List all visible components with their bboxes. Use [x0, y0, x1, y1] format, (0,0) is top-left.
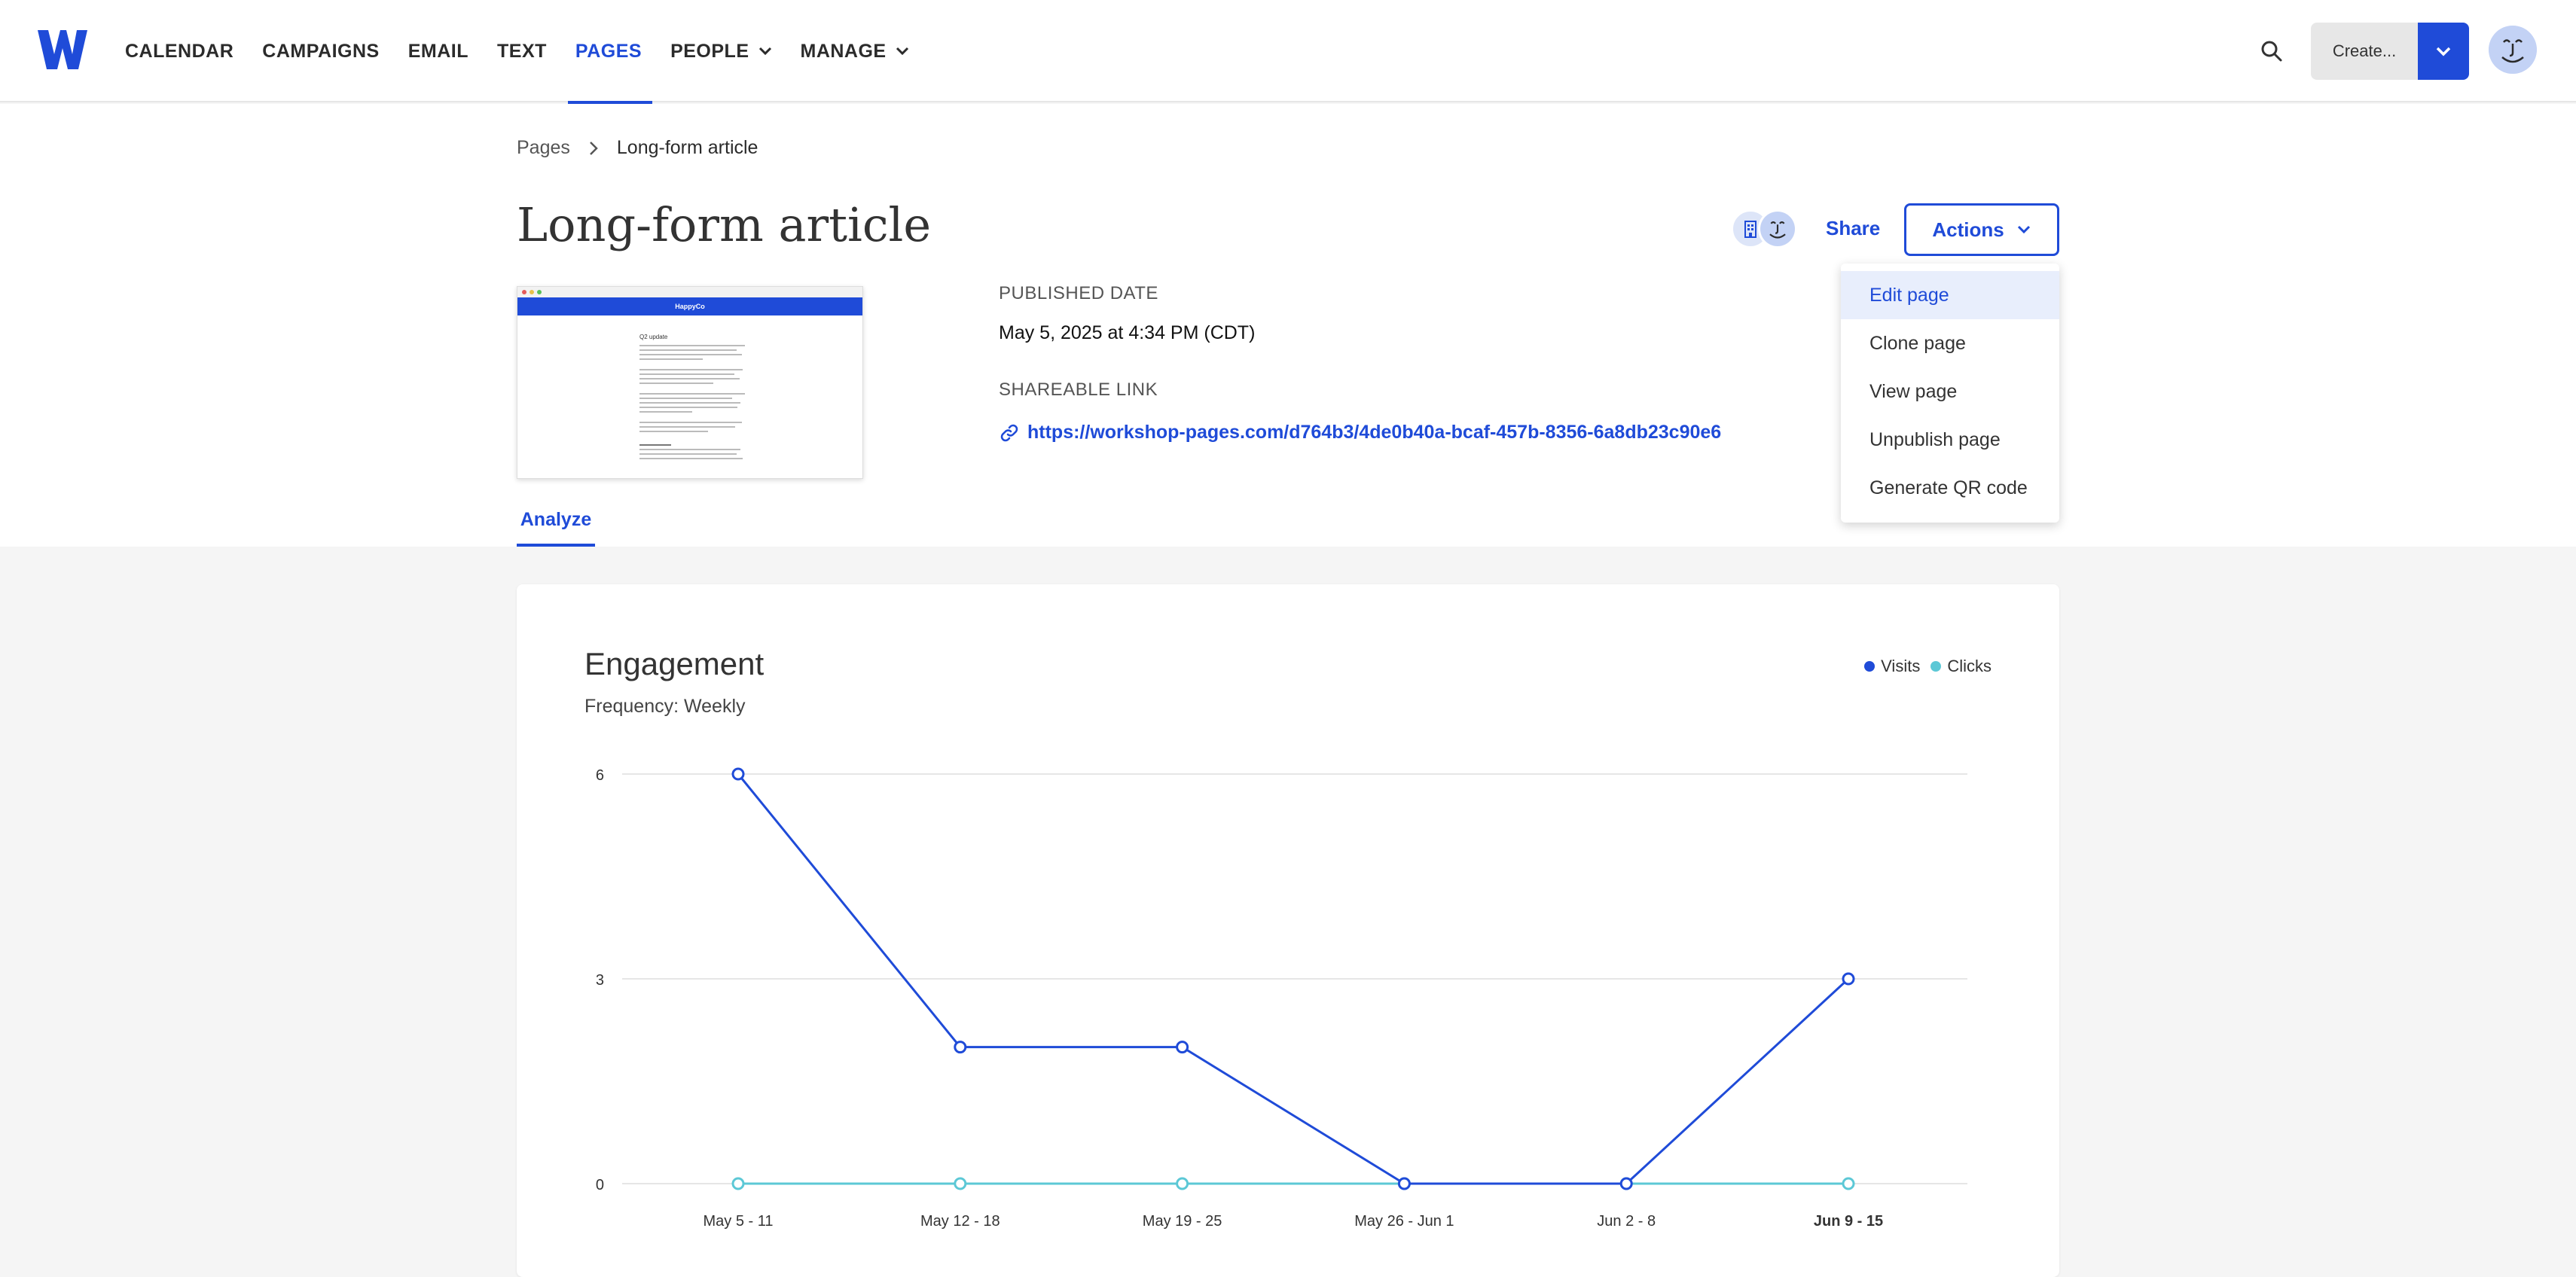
smiley-avatar-icon: [1760, 212, 1795, 246]
create-button[interactable]: Create...: [2311, 23, 2418, 80]
engagement-card: Engagement Frequency: Weekly Visits Click…: [517, 584, 2059, 1277]
published-date-label: PUBLISHED DATE: [999, 283, 1158, 303]
thumbnail-window-bar: [517, 287, 862, 297]
window-dot-icon: [537, 290, 542, 294]
page-thumbnail[interactable]: HappyCo Q2 update: [517, 286, 863, 479]
nav-item-campaigns[interactable]: CAMPAIGNS: [262, 0, 379, 102]
nav-item-calendar[interactable]: CALENDAR: [125, 0, 233, 102]
nav-item-label: CAMPAIGNS: [262, 40, 380, 62]
x-tick-label: Jun 9 - 15: [1814, 1213, 1883, 1230]
nav-items: CALENDAR CAMPAIGNS EMAIL TEXT PAGES PEOPLE MAN…: [125, 0, 938, 104]
data-point-visits: [1176, 1041, 1189, 1054]
actions-button-label: Actions: [1932, 218, 2004, 241]
data-point-clicks: [731, 1177, 745, 1190]
chevron-down-icon: [896, 47, 908, 56]
nav-item-label: PAGES: [575, 40, 642, 62]
x-tick-label: Jun 2 - 8: [1597, 1213, 1656, 1230]
workshop-logo-icon[interactable]: [38, 30, 87, 69]
nav-item-people[interactable]: PEOPLE: [670, 0, 771, 102]
shareable-link-text: https://workshop-pages.com/d764b3/4de0b4…: [1027, 422, 1722, 443]
chevron-down-icon: [2436, 47, 2451, 56]
search-icon[interactable]: [2257, 36, 2287, 66]
menu-item-clone-page[interactable]: Clone page: [1841, 319, 2059, 367]
thumbnail-heading: Q2 update: [639, 334, 668, 340]
nav-item-label: CALENDAR: [125, 40, 234, 62]
x-tick-label: May 12 - 18: [920, 1213, 1000, 1230]
shareable-link[interactable]: https://workshop-pages.com/d764b3/4de0b4…: [999, 422, 1721, 443]
y-tick-label: 0: [596, 1177, 604, 1193]
user-avatar-small: [1758, 209, 1797, 248]
y-tick-label: 6: [596, 767, 604, 784]
tab-analyze[interactable]: Analyze: [517, 506, 595, 547]
nav-item-text[interactable]: TEXT: [497, 0, 547, 102]
data-point-visits: [1842, 972, 1855, 986]
published-date-value: May 5, 2025 at 4:34 PM (CDT): [999, 322, 1256, 343]
menu-item-edit-page[interactable]: Edit page: [1841, 271, 2059, 319]
share-button[interactable]: Share: [1826, 217, 1880, 240]
data-point-clicks: [1176, 1177, 1189, 1190]
data-point-visits: [1397, 1177, 1411, 1190]
data-point-clicks: [954, 1177, 967, 1190]
x-tick-label: May 26 - Jun 1: [1354, 1213, 1454, 1230]
nav-item-label: PEOPLE: [670, 40, 749, 62]
actions-dropdown-menu: Edit page Clone page View page Unpublish pa…: [1841, 264, 2059, 523]
user-avatar[interactable]: [2489, 26, 2537, 74]
data-point-clicks: [1842, 1177, 1855, 1190]
nav-item-pages[interactable]: PAGES: [567, 0, 653, 104]
smiley-avatar-icon: [2489, 26, 2537, 74]
engagement-chart: 0 3 6 May 5 - 11 May 12 - 18 May 19 - 25 May 2…: [596, 767, 1967, 1230]
link-icon: [1000, 424, 1018, 441]
data-point-visits: [1619, 1177, 1633, 1190]
nav-item-label: TEXT: [497, 40, 547, 62]
data-point-visits: [954, 1041, 967, 1054]
menu-item-view-page[interactable]: View page: [1841, 367, 2059, 416]
chevron-down-icon: [758, 47, 771, 56]
thumbnail-content: Q2 update: [639, 334, 745, 462]
collaborator-avatars[interactable]: [1731, 209, 1797, 248]
page-title: Long-form article: [517, 197, 932, 252]
window-dot-icon: [522, 290, 526, 294]
nav-item-label: MANAGE: [800, 40, 887, 62]
create-dropdown-button[interactable]: [2418, 23, 2469, 80]
nav-item-manage[interactable]: MANAGE: [801, 0, 909, 102]
actions-button[interactable]: Actions: [1904, 203, 2059, 256]
menu-item-unpublish-page[interactable]: Unpublish page: [1841, 416, 2059, 464]
menu-item-generate-qr-code[interactable]: Generate QR code: [1841, 464, 2059, 512]
chevron-down-icon: [2017, 225, 2030, 234]
y-tick-label: 3: [596, 972, 604, 989]
thumbnail-banner: HappyCo: [517, 297, 862, 315]
breadcrumb-root-link[interactable]: Pages: [517, 137, 570, 159]
chevron-right-icon: [590, 141, 598, 155]
shareable-link-label: SHAREABLE LINK: [999, 379, 1158, 400]
breadcrumb-current: Long-form article: [616, 137, 758, 158]
nav-item-email[interactable]: EMAIL: [408, 0, 469, 102]
breadcrumb: Pages Long-form article: [517, 137, 758, 159]
nav-item-label: EMAIL: [407, 40, 469, 62]
x-tick-label: May 19 - 25: [1143, 1213, 1222, 1230]
window-dot-icon: [530, 290, 534, 294]
x-tick-label: May 5 - 11: [704, 1213, 774, 1230]
top-navigation: CALENDAR CAMPAIGNS EMAIL TEXT PAGES PEOPLE MAN…: [0, 0, 2576, 104]
data-point-visits: [731, 767, 745, 781]
page-header-area: [0, 104, 2576, 547]
